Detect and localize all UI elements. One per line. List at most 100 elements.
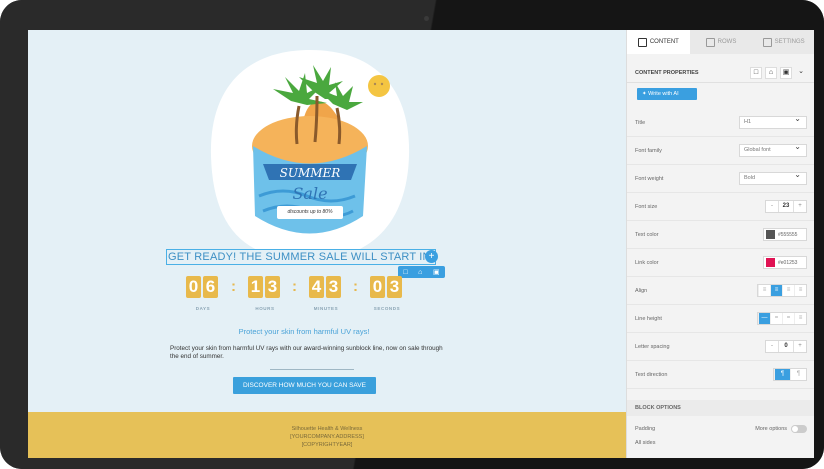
body-paragraph[interactable]: Protect your skin from harmful UV rays w… xyxy=(170,345,450,361)
timer-digit: 6 xyxy=(203,276,218,298)
text-color-picker[interactable]: #555555 xyxy=(763,228,807,241)
title-row: Title H1 xyxy=(627,109,814,137)
font-size-label: Font size xyxy=(635,203,658,210)
increment-button[interactable]: + xyxy=(794,341,806,352)
hero-discount-text: discounts up to 80% xyxy=(287,209,333,215)
font-family-row: Font family Global font xyxy=(627,137,814,165)
line-height-xlarge-icon[interactable]: ≡ xyxy=(794,313,806,324)
more-options-toggle[interactable] xyxy=(791,425,807,433)
timer-digit: 1 xyxy=(248,276,263,298)
hero-sale-text: Sale xyxy=(292,184,328,203)
write-with-ai-button[interactable]: ✦ Write with AI xyxy=(637,88,697,100)
font-size-value[interactable]: 23 xyxy=(778,201,794,212)
properties-panel: CONTENT ROWS SETTINGS CONTENT PROPERTIES… xyxy=(626,30,814,458)
align-buttons: ≡ ≡ ≡ ≡ xyxy=(757,284,807,297)
line-height-large-icon[interactable]: = xyxy=(782,313,794,324)
camera xyxy=(424,16,429,21)
tab-settings[interactable]: SETTINGS xyxy=(752,30,814,54)
comment-icon[interactable]: □ xyxy=(750,66,762,79)
delete-icon[interactable]: ⌂ xyxy=(765,66,777,79)
cta-button[interactable]: DISCOVER HOW MUCH YOU CAN SAVE xyxy=(233,377,376,394)
timer-colon: : xyxy=(353,278,358,295)
title-select[interactable]: H1 xyxy=(739,113,807,129)
decrement-button[interactable]: - xyxy=(766,341,778,352)
title-label: Title xyxy=(635,119,646,126)
headline[interactable]: GET READY! THE SUMMER SALE WILL START IN… xyxy=(168,251,434,263)
align-left-icon[interactable]: ≡ xyxy=(758,285,770,296)
font-weight-select[interactable]: Bold xyxy=(739,169,807,185)
line-height-row: Line height — = = ≡ xyxy=(627,305,814,333)
line-height-small-icon[interactable]: — xyxy=(758,313,770,324)
font-family-select[interactable]: Global font xyxy=(739,141,807,157)
delete-icon[interactable]: ⌂ xyxy=(418,269,422,276)
block-options-header: BLOCK OPTIONS xyxy=(627,400,814,416)
align-row: Align ≡ ≡ ≡ ≡ xyxy=(627,277,814,305)
font-size-row: Font size -23 + xyxy=(627,193,814,221)
duplicate-icon[interactable]: ▣ xyxy=(780,66,792,79)
email-canvas: SUMMER Sale discounts up to 80% GET READ… xyxy=(28,30,626,458)
timer-digit: 4 xyxy=(309,276,324,298)
summer-sale-illustration xyxy=(210,50,410,260)
text-color-label: Text color xyxy=(635,231,659,238)
timer-digit: 0 xyxy=(370,276,385,298)
font-weight-label: Font weight xyxy=(635,175,664,182)
duplicate-icon[interactable]: ▣ xyxy=(433,268,440,276)
timer-unit-days: DAYS xyxy=(195,306,211,311)
laptop-frame: SUMMER Sale discounts up to 80% GET READ… xyxy=(0,0,824,469)
comment-icon[interactable]: □ xyxy=(403,269,407,276)
countdown-timer: 0 6 : 1 3 : 4 3 : 0 3 xyxy=(186,276,426,302)
font-family-label: Font family xyxy=(635,147,662,154)
link-color-value: #e01253 xyxy=(778,259,798,266)
tab-label: SETTINGS xyxy=(774,39,805,45)
align-center-icon[interactable]: ≡ xyxy=(770,285,782,296)
divider xyxy=(270,369,354,370)
timer-colon: : xyxy=(231,278,236,295)
link-color-swatch[interactable] xyxy=(766,258,775,267)
text-color-row: Text color #555555 xyxy=(627,221,814,249)
align-right-icon[interactable]: ≡ xyxy=(782,285,794,296)
line-height-label: Line height xyxy=(635,315,662,322)
timer-unit-seconds: SECONDS xyxy=(373,306,401,311)
letter-spacing-row: Letter spacing -0 + xyxy=(627,333,814,361)
text-color-swatch[interactable] xyxy=(766,230,775,239)
letter-spacing-value[interactable]: 0 xyxy=(778,341,794,352)
increment-button[interactable]: + xyxy=(794,201,806,212)
font-size-stepper[interactable]: -23 + xyxy=(765,200,807,213)
line-height-buttons: — = = ≡ xyxy=(757,312,807,325)
decrement-button[interactable]: - xyxy=(766,201,778,212)
footer-copyright: [COPYRIGHTYEAR] xyxy=(301,442,353,448)
align-justify-icon[interactable]: ≡ xyxy=(794,285,806,296)
footer: Silhouette Health & Wellness [YOURCOMPAN… xyxy=(28,412,626,458)
add-block-icon[interactable]: + xyxy=(425,250,438,263)
padding-row: Padding More options xyxy=(627,419,814,439)
rtl-icon[interactable]: ¶ xyxy=(790,369,806,380)
tab-content[interactable]: CONTENT xyxy=(627,30,690,54)
panel-tabs: CONTENT ROWS SETTINGS xyxy=(627,30,814,54)
letter-spacing-stepper[interactable]: -0 + xyxy=(765,340,807,353)
hero-summer-text: SUMMER xyxy=(279,166,341,180)
headline-block[interactable]: GET READY! THE SUMMER SALE WILL START IN… xyxy=(166,249,436,265)
line-height-medium-icon[interactable]: = xyxy=(770,313,782,324)
text-direction-row: Text direction ¶ ¶ xyxy=(627,361,814,389)
screen: SUMMER Sale discounts up to 80% GET READ… xyxy=(28,30,814,458)
letter-spacing-label: Letter spacing xyxy=(635,343,670,350)
font-weight-row: Font weight Bold xyxy=(627,165,814,193)
text-direction-buttons: ¶ ¶ xyxy=(773,368,807,381)
content-properties-header: CONTENT PROPERTIES □ ⌂ ▣ ⌄ xyxy=(627,63,814,83)
subheading[interactable]: Protect your skin from harmful UV rays! xyxy=(28,327,580,336)
link-color-picker[interactable]: #e01253 xyxy=(763,256,807,269)
chevron-down-icon[interactable]: ⌄ xyxy=(795,67,807,79)
write-with-ai-label: Write with AI xyxy=(648,91,679,97)
timer-digit: 3 xyxy=(387,276,402,298)
ltr-icon[interactable]: ¶ xyxy=(774,369,790,380)
timer-digit: 0 xyxy=(186,276,201,298)
footer-address: [YOURCOMPANY.ADDRESS] xyxy=(290,434,364,440)
more-options-label: More options xyxy=(755,426,787,432)
content-properties-label: CONTENT PROPERTIES xyxy=(635,69,699,76)
text-direction-label: Text direction xyxy=(635,371,668,378)
tab-rows[interactable]: ROWS xyxy=(690,30,753,54)
text-color-value: #555555 xyxy=(778,231,798,238)
timer-colon: : xyxy=(292,278,297,295)
timer-unit-hours: HOURS xyxy=(255,306,275,311)
link-color-label: Link color xyxy=(635,259,659,266)
